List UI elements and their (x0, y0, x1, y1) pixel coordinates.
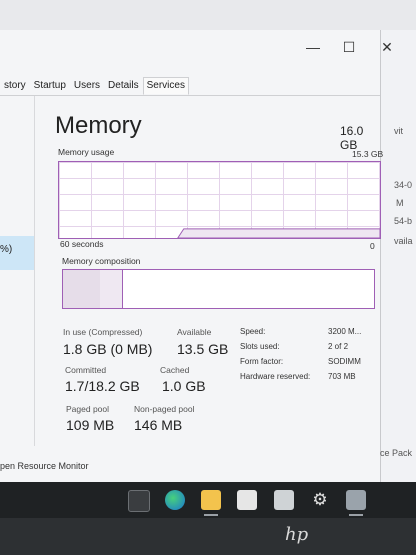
slots-used-value: 2 of 2 (328, 342, 349, 351)
open-resource-monitor-link[interactable]: pen Resource Monitor (0, 461, 89, 471)
available-value: 13.5 GB (177, 341, 229, 357)
memory-composition-label: Memory composition (62, 256, 141, 266)
paged-pool-value: 109 MB (66, 417, 115, 433)
available-label: Available (177, 327, 212, 337)
committed-value: 1.7/18.2 GB (65, 378, 140, 394)
hardware-reserved-value: 703 MB (328, 372, 356, 381)
cached-value: 1.0 GB (162, 378, 206, 394)
in-use-label: In use (Compressed) (63, 327, 143, 337)
memory-usage-graph (58, 161, 381, 239)
memory-usage-max: 15.3 GB (352, 149, 384, 159)
settings-gear-icon[interactable]: ⚙ (310, 490, 330, 510)
minimize-button[interactable]: — (302, 36, 324, 58)
background-text: vaila (394, 236, 413, 246)
hp-logo: hp (285, 524, 309, 545)
hardware-reserved-label: Hardware reserved: (240, 372, 311, 381)
task-manager-icon[interactable] (346, 490, 366, 510)
maximize-button[interactable]: ☐ (338, 36, 360, 58)
task-manager-window: — ☐ ✕ story Startup Users Details Servic… (0, 30, 393, 482)
laptop-bezel (0, 518, 416, 555)
cached-label: Cached (160, 365, 190, 375)
store-icon[interactable] (237, 490, 257, 510)
composition-in-use (63, 270, 102, 308)
background-text: 34-0 (394, 180, 413, 190)
desktop-background-top (0, 0, 416, 30)
close-button[interactable]: ✕ (376, 36, 398, 58)
background-footer-text: ce Pack (380, 448, 413, 458)
paged-pool-label: Paged pool (66, 404, 110, 414)
mail-icon[interactable] (274, 490, 294, 510)
memory-usage-line (177, 228, 380, 238)
form-factor-label: Form factor: (240, 357, 284, 366)
active-indicator (204, 514, 218, 516)
page-title: Memory (55, 112, 142, 139)
total-memory: 16.0 GB (340, 124, 364, 152)
background-text: vit (394, 126, 403, 136)
tab-startup[interactable]: Startup (30, 77, 70, 95)
tab-users[interactable]: Users (70, 77, 104, 95)
edge-browser-icon[interactable] (165, 490, 185, 510)
tab-bar: story Startup Users Details Services (0, 77, 380, 96)
tab-app-history[interactable]: story (0, 77, 30, 95)
task-view-icon[interactable] (128, 490, 150, 512)
resource-list: %) (0, 96, 35, 446)
memory-composition-bar (62, 269, 375, 309)
title-bar[interactable]: — ☐ ✕ (0, 30, 393, 64)
background-text: M (396, 198, 404, 208)
speed-label: Speed: (240, 327, 266, 336)
graph-axis-left: 60 seconds (60, 239, 104, 249)
tab-details[interactable]: Details (104, 77, 143, 95)
taskbar: ⚙ (0, 482, 416, 518)
speed-value: 3200 M... (328, 327, 362, 336)
form-factor-value: SODIMM (328, 357, 361, 366)
tab-services[interactable]: Services (142, 77, 189, 95)
file-explorer-icon[interactable] (201, 490, 221, 510)
composition-modified (100, 270, 124, 308)
memory-usage-label: Memory usage (58, 147, 115, 157)
background-window: vit 34-0 M 54-b vaila (380, 30, 416, 490)
non-paged-pool-value: 146 MB (134, 417, 183, 433)
committed-label: Committed (65, 365, 107, 375)
slots-used-label: Slots used: (240, 342, 280, 351)
background-text: 54-b (394, 216, 413, 226)
graph-axis-right: 0 (370, 241, 375, 251)
resource-item-label: %) (0, 244, 13, 255)
non-paged-pool-label: Non-paged pool (134, 404, 195, 414)
resource-item-memory[interactable]: %) (0, 236, 34, 270)
active-indicator (349, 514, 363, 516)
in-use-value: 1.8 GB (0 MB) (63, 341, 153, 357)
